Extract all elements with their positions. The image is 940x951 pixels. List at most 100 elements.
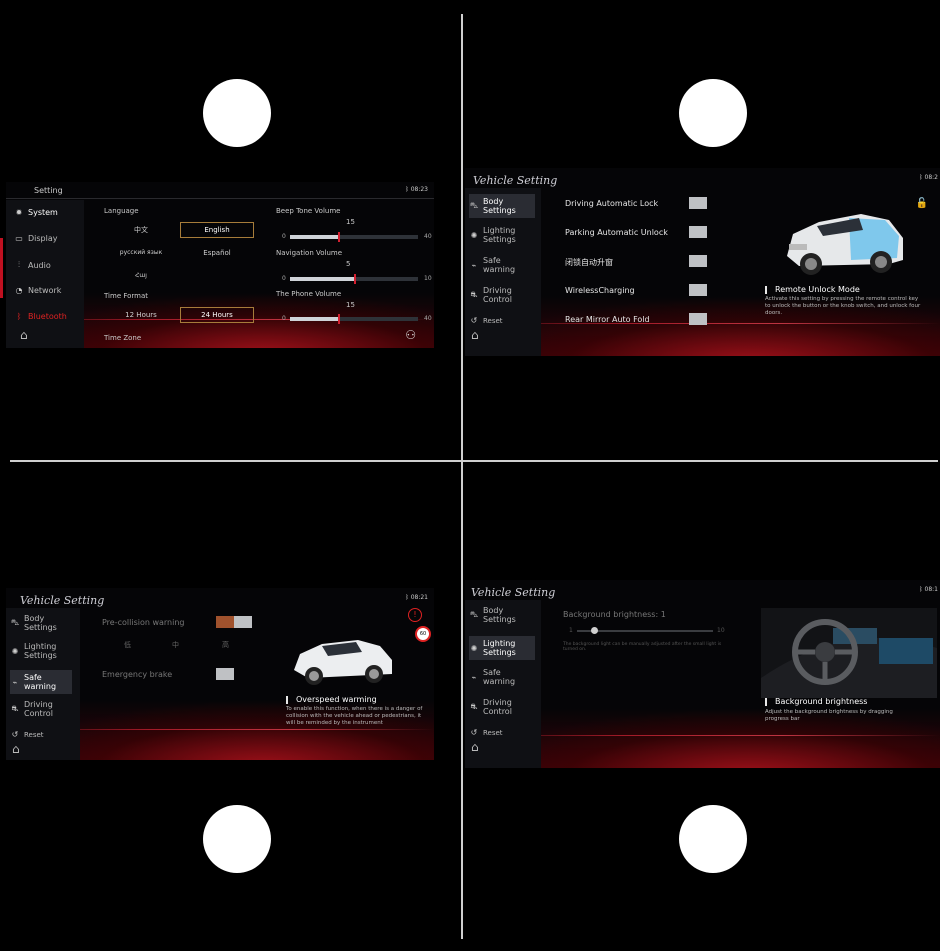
sidebar-item-reset[interactable]: ↺ Reset <box>10 730 44 739</box>
level-high[interactable]: 高 <box>222 640 229 650</box>
car-illustration <box>787 214 903 275</box>
phone-volume-label: The Phone Volume <box>276 290 342 298</box>
sidebar-item-audio[interactable]: ⫶ Audio <box>14 260 51 270</box>
sidebar-item-driving-control[interactable]: ⛐ Driving Control <box>469 698 527 716</box>
home-icon: ⌂ <box>471 740 479 754</box>
monitor-icon: ▭ <box>15 234 23 243</box>
home-button[interactable]: ⌂ <box>20 328 28 342</box>
slider-handle[interactable] <box>338 314 340 324</box>
sidebar-item-safe-warning[interactable]: ⌁ Safe warning <box>10 670 72 694</box>
warning-icon: ⌁ <box>471 672 477 682</box>
language-option-spanish[interactable]: Español <box>180 245 254 261</box>
car-icon: ⛍ <box>10 618 20 627</box>
toggle-rear-mirror-auto-fold[interactable] <box>689 313 707 325</box>
time-format-12h[interactable]: 12 Hours <box>104 307 178 323</box>
bluetooth-icon: ᛒ <box>16 312 22 321</box>
info-description: Activate this setting by pressing the re… <box>765 296 921 316</box>
language-option-russian[interactable]: русский язык <box>104 245 178 261</box>
toggle-pre-collision-warning[interactable] <box>216 616 252 628</box>
beep-volume-value: 15 <box>346 218 355 226</box>
info-title: Background brightness <box>775 697 868 706</box>
toggle-driving-auto-lock[interactable] <box>689 197 707 209</box>
light-icon: ✺ <box>470 230 478 240</box>
toggle-wireless-charging[interactable] <box>689 284 707 296</box>
row-parking-auto-unlock: Parking Automatic Unlock <box>565 228 668 237</box>
language-option-chinese[interactable]: 中文 <box>104 222 178 238</box>
language-option-armenian[interactable]: Հայ <box>104 268 178 284</box>
row-wireless-charging: WirelessCharging <box>565 286 635 295</box>
info-description: To enable this function, when there is a… <box>286 706 423 726</box>
sidebar-item-body-settings[interactable]: ⛍ Body Settings <box>469 194 535 218</box>
sidebar-item-driving-control[interactable]: ⛐ Driving Control <box>10 700 68 718</box>
lighting-settings-screen: Vehicle Setting ᛒ 08:1 ⛍ Body Settings ✺ L… <box>465 580 940 768</box>
slider-handle[interactable] <box>590 627 598 634</box>
time-format-24h[interactable]: 24 Hours <box>180 307 254 323</box>
brightness-slider[interactable] <box>577 627 713 634</box>
system-settings-screen: Setting ᛒ 08:23 ✹ System ▭ Display ⫶ Audio … <box>6 182 434 348</box>
status-time: ᛒ 08:2 <box>919 174 938 181</box>
slider-handle[interactable] <box>354 274 356 284</box>
level-medium[interactable]: 中 <box>172 640 179 650</box>
status-time: ᛒ 08:1 <box>919 586 938 593</box>
lock-icon: 🔓 <box>915 198 928 209</box>
user-profile-button[interactable]: ⚇ <box>405 328 416 342</box>
dashboard-illustration <box>761 608 937 698</box>
sidebar-item-bluetooth[interactable]: ᛒ Bluetooth <box>14 312 67 321</box>
sidebar-item-system[interactable]: ✹ System <box>14 208 58 217</box>
screen-title: Vehicle Setting <box>20 594 105 607</box>
home-icon: ⌂ <box>12 742 20 756</box>
steering-icon: ⛐ <box>470 702 478 711</box>
sidebar: ✹ System ▭ Display ⫶ Audio ◔ Network ᛒ Blueto… <box>6 200 84 348</box>
sidebar-item-display[interactable]: ▭ Display <box>14 234 57 243</box>
sidebar: ⛍ Body Settings ✺ Lighting Settings ⌁ Safe … <box>465 600 541 768</box>
marker-circle-bottom-right <box>679 805 747 873</box>
info-title: Overspeed warming <box>296 695 377 704</box>
sidebar-item-body-settings[interactable]: ⛍ Body Settings <box>469 606 527 624</box>
sidebar-item-network[interactable]: ◔ Network <box>14 286 62 295</box>
row-rear-mirror-auto-fold: Rear Mirror Auto Fold <box>565 315 650 324</box>
home-icon: ⌂ <box>471 328 479 342</box>
status-time: ᛒ 08:23 <box>405 186 428 193</box>
language-option-english[interactable]: English <box>180 222 254 238</box>
screen-title: Vehicle Setting <box>473 174 558 187</box>
phone-volume-slider[interactable] <box>290 314 418 324</box>
sidebar-item-body-settings[interactable]: ⛍ Body Settings <box>10 614 68 632</box>
sidebar-item-reset[interactable]: ↺ Reset <box>469 728 503 737</box>
sidebar-item-safe-warning[interactable]: ⌁ Safe warning <box>469 256 527 274</box>
sidebar-item-lighting-settings[interactable]: ✺ Lighting Settings <box>469 226 527 244</box>
navigation-volume-label: Navigation Volume <box>276 249 343 257</box>
screen-header: Setting <box>34 186 63 195</box>
beep-volume-label: Beep Tone Volume <box>276 207 341 215</box>
sidebar-item-lighting-settings[interactable]: ✺ Lighting Settings <box>10 642 68 660</box>
sidebar-item-reset[interactable]: ↺ Reset <box>469 316 503 325</box>
marker-circle-top-right <box>679 79 747 147</box>
network-icon: ◔ <box>15 286 23 295</box>
row-emergency-brake: Emergency brake <box>102 670 173 679</box>
sidebar-item-driving-control[interactable]: ⛐ Driving Control <box>469 286 527 304</box>
navigation-volume-slider[interactable] <box>290 274 418 284</box>
toggle-lock-auto-window[interactable] <box>689 255 707 267</box>
toggle-emergency-brake[interactable] <box>216 668 234 680</box>
horizontal-divider <box>10 460 938 462</box>
gear-icon: ✹ <box>15 208 23 217</box>
home-button[interactable]: ⌂ <box>471 740 479 754</box>
safe-warning-screen: Vehicle Setting ᛒ 08:21 ⛍ Body Settings ✺… <box>6 588 434 760</box>
car-illustration <box>294 640 392 685</box>
light-icon: ✺ <box>470 643 478 653</box>
warning-icon: ⌁ <box>12 677 18 687</box>
marker-circle-top-left <box>203 79 271 147</box>
sidebar-item-lighting-settings[interactable]: ✺ Lighting Settings <box>469 636 535 660</box>
speed-limit-sign: 60 <box>415 626 431 642</box>
beep-volume-slider[interactable] <box>290 232 418 242</box>
level-low[interactable]: 低 <box>124 640 131 650</box>
slider-handle[interactable] <box>338 232 340 242</box>
row-pre-collision-warning: Pre-collision warning <box>102 618 185 627</box>
sidebar-item-safe-warning[interactable]: ⌁ Safe warning <box>469 668 527 686</box>
status-time: ᛒ 08:21 <box>405 594 428 601</box>
home-button[interactable]: ⌂ <box>12 742 20 756</box>
home-button[interactable]: ⌂ <box>471 328 479 342</box>
reset-icon: ↺ <box>470 316 478 325</box>
warning-icon: ! <box>408 608 422 622</box>
toggle-parking-auto-unlock[interactable] <box>689 226 707 238</box>
body-settings-screen: Vehicle Setting ᛒ 08:2 ⛍ Body Settings ✺ L… <box>465 168 940 356</box>
